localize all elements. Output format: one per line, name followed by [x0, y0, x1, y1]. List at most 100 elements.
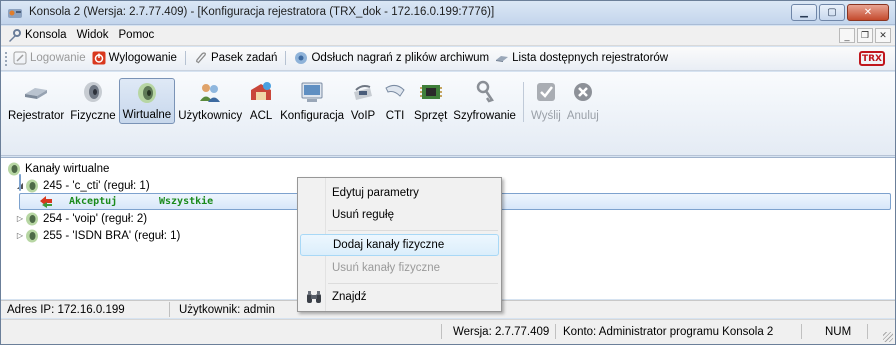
hardware-icon: [419, 85, 442, 99]
tool-fizyczne[interactable]: Fizyczne: [67, 78, 118, 124]
archive-playback-label: Odsłuch nagrań z plików archiwum: [311, 52, 490, 64]
close-button[interactable]: ✕: [847, 4, 889, 21]
channel-label: 255 - 'ISDN BRA' (reguł: 1): [43, 229, 181, 242]
login-label: Logowanie: [30, 52, 86, 64]
tool-label: Użytkownicy: [178, 110, 243, 122]
logout-label: Wylogowanie: [108, 52, 177, 64]
tool-label: VoIP: [350, 110, 376, 122]
status-num: NUM: [825, 326, 852, 338]
toolbar-separator: [285, 51, 287, 65]
expand-arrow-icon[interactable]: ▷: [15, 214, 25, 223]
status-divider: [441, 324, 442, 339]
archive-play-icon: [295, 52, 308, 64]
tool-anuluj[interactable]: Anuluj: [564, 78, 602, 124]
menu-separator: [328, 283, 498, 284]
ctx-item-label: Usuń kanały fizyczne: [332, 262, 441, 274]
mdi-close-button[interactable]: ✕: [875, 28, 891, 43]
menu-bar: Konsola Widok Pomoc _ ❐ ✕: [1, 26, 895, 46]
status-divider: [555, 324, 556, 339]
tool-konfiguracja[interactable]: Konfiguracja: [277, 78, 347, 124]
recorders-list-button[interactable]: Lista dostępnych rejestratorów: [495, 51, 668, 65]
mdi-minimize-button[interactable]: _: [839, 28, 855, 43]
tool-uzytkownicy[interactable]: Użytkownicy: [175, 78, 245, 124]
ctx-item-label: Usuń regułę: [332, 209, 395, 221]
acl-icon: [251, 82, 272, 100]
wrench-icon: [9, 29, 21, 42]
app-icon: [8, 9, 22, 18]
virtual-channel-icon: [26, 212, 38, 225]
expand-arrow-icon[interactable]: ▷: [15, 231, 25, 240]
recorders-list-label: Lista dostępnych rejestratorów: [512, 52, 669, 64]
ctx-item-label: Dodaj kanały fizyczne: [333, 239, 445, 251]
status-divider: [867, 324, 868, 339]
recorder-icon: [25, 88, 48, 99]
tool-label: CTI: [385, 110, 405, 122]
tool-label: Anuluj: [566, 110, 599, 122]
encryption-icon: [476, 80, 494, 103]
tool-szyfrowanie[interactable]: Szyfrowanie: [450, 78, 519, 124]
tool-label: Szyfrowanie: [453, 110, 516, 122]
rule-scope: Wszystkie: [159, 196, 214, 207]
minimize-button[interactable]: ▁: [791, 4, 817, 21]
binoculars-icon: [307, 291, 321, 303]
status-bar-app: Wersja: 2.7.77.409 Konto: Administrator …: [1, 319, 895, 344]
logout-icon: [92, 51, 106, 65]
configuration-icon: [301, 82, 323, 102]
tree-channel-245[interactable]: ◢ 245 - 'c_cti' (reguł: 1): [15, 177, 150, 194]
menu-konsola[interactable]: Konsola: [25, 29, 67, 41]
tool-wirtualne[interactable]: Wirtualne: [118, 78, 176, 124]
menu-widok[interactable]: Widok: [77, 29, 109, 41]
status-account: Konto: Administrator programu Konsola 2: [563, 326, 774, 338]
taskbar-toggle-button[interactable]: Pasek zadań: [194, 51, 278, 65]
voip-icon: [354, 85, 373, 100]
recorders-list-icon: [496, 56, 509, 62]
maximize-button[interactable]: ▢: [819, 4, 845, 21]
tree-channel-255[interactable]: ▷ 255 - 'ISDN BRA' (reguł: 1): [15, 227, 180, 244]
tool-acl[interactable]: ACL: [245, 78, 277, 124]
toolbar-grip[interactable]: [5, 52, 8, 66]
tool-wyslij[interactable]: Wyślij: [528, 78, 564, 124]
tree-channel-254[interactable]: ▷ 254 - 'voip' (reguł: 2): [15, 210, 147, 227]
mdi-buttons: _ ❐ ✕: [839, 28, 891, 43]
logout-button[interactable]: Wylogowanie: [92, 51, 177, 65]
trx-logo: TRX: [859, 51, 885, 66]
tool-rejestrator[interactable]: Rejestrator: [5, 78, 67, 124]
send-icon: [536, 83, 555, 101]
channel-label: 254 - 'voip' (reguł: 2): [43, 212, 148, 225]
ctx-delete-rule[interactable]: Usuń regułę: [300, 204, 499, 226]
context-menu: Edytuj parametry Usuń regułę Dodaj kanał…: [297, 177, 502, 312]
tool-cti[interactable]: CTI: [379, 78, 411, 124]
ctx-remove-physical-channels[interactable]: Usuń kanały fizyczne: [300, 257, 499, 279]
toolbar-separator: [522, 82, 524, 122]
taskbar-toggle-label: Pasek zadań: [210, 52, 278, 64]
tool-sprzet[interactable]: Sprzęt: [411, 78, 450, 124]
ctx-add-physical-channels[interactable]: Dodaj kanały fizyczne: [300, 234, 499, 256]
status-user: Użytkownik: admin: [179, 304, 275, 316]
menu-pomoc[interactable]: Pomoc: [119, 29, 155, 41]
tool-label: Wirtualne: [122, 109, 172, 121]
status-divider: [801, 324, 802, 339]
ctx-edit-parameters[interactable]: Edytuj parametry: [300, 182, 499, 204]
login-button[interactable]: Logowanie: [13, 51, 86, 65]
menu-separator: [328, 230, 498, 231]
accept-rule-icon: [40, 195, 52, 208]
virtual-channel-icon: [26, 229, 38, 242]
tree-rule[interactable]: Akceptuj Wszystkie: [39, 193, 213, 210]
status-divider: [169, 302, 170, 317]
toolbar-separator: [184, 51, 186, 65]
status-ip: Adres IP: 172.16.0.199: [7, 304, 125, 316]
speaker-icon: [83, 82, 102, 102]
tool-label: Konfiguracja: [280, 110, 345, 122]
mdi-restore-button[interactable]: ❐: [857, 28, 873, 43]
archive-playback-button[interactable]: Odsłuch nagrań z plików archiwum: [294, 51, 489, 65]
ctx-find[interactable]: Znajdź: [300, 286, 499, 308]
tool-voip[interactable]: VoIP: [347, 78, 379, 124]
resize-grip[interactable]: [883, 332, 893, 342]
selection-placeholder: [19, 174, 21, 191]
window-title: Konsola 2 (Wersja: 2.7.77.409) - [Konfig…: [29, 6, 495, 18]
title-bar[interactable]: Konsola 2 (Wersja: 2.7.77.409) - [Konfig…: [1, 1, 895, 25]
cancel-icon: [573, 83, 592, 101]
tool-label: Fizyczne: [70, 110, 116, 122]
tree-root[interactable]: Kanały wirtualne: [7, 160, 109, 177]
tool-label: Rejestrator: [8, 110, 65, 122]
